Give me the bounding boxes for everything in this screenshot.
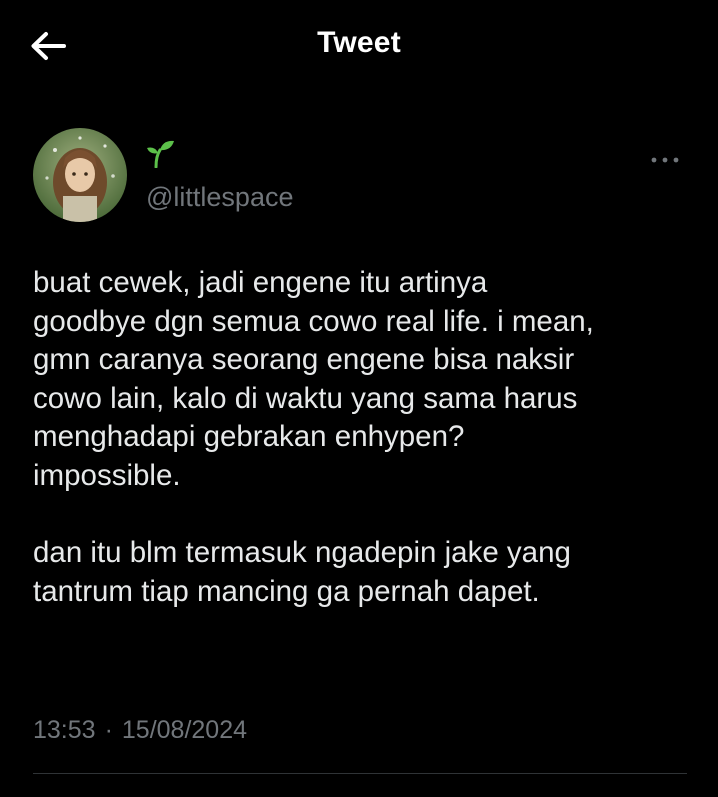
tweet-time: 13:53 <box>33 716 96 744</box>
tweet-line: tantrum tiap mancing ga pernah dapet. <box>33 574 540 608</box>
display-name[interactable] <box>143 138 177 168</box>
tweet-line: menghadapi gebrakan enhypen? <box>33 420 465 454</box>
more-horizontal-icon <box>651 157 679 163</box>
tweet-line: gmn caranya seorang engene bisa naksir <box>33 343 575 377</box>
tweet-line: impossible. <box>33 458 181 492</box>
tweet-line: goodbye dgn semua cowo real life. i mean… <box>33 304 594 338</box>
divider <box>33 773 687 774</box>
avatar[interactable] <box>33 128 127 222</box>
tweet-line: dan itu blm termasuk ngadepin jake yang <box>33 536 571 570</box>
avatar-illustration <box>33 128 127 222</box>
more-options-button[interactable] <box>645 148 685 172</box>
page-title: Tweet <box>317 26 401 59</box>
user-handle[interactable]: @littlespace <box>146 182 293 213</box>
tweet-text: buat cewek, jadi engene itu artinya good… <box>33 264 693 611</box>
tweet-timestamp: 13:53 · 15/08/2024 <box>33 716 247 745</box>
tweet-author: @littlespace <box>33 128 685 224</box>
tweet-line: buat cewek, jadi engene itu artinya <box>33 266 488 299</box>
tweet-line: cowo lain, kalo di waktu yang sama harus <box>33 381 578 415</box>
tweet-date: 15/08/2024 <box>121 716 248 744</box>
meta-separator: · <box>104 716 113 744</box>
top-bar: Tweet <box>0 0 718 92</box>
seedling-emoji-icon <box>147 140 174 168</box>
